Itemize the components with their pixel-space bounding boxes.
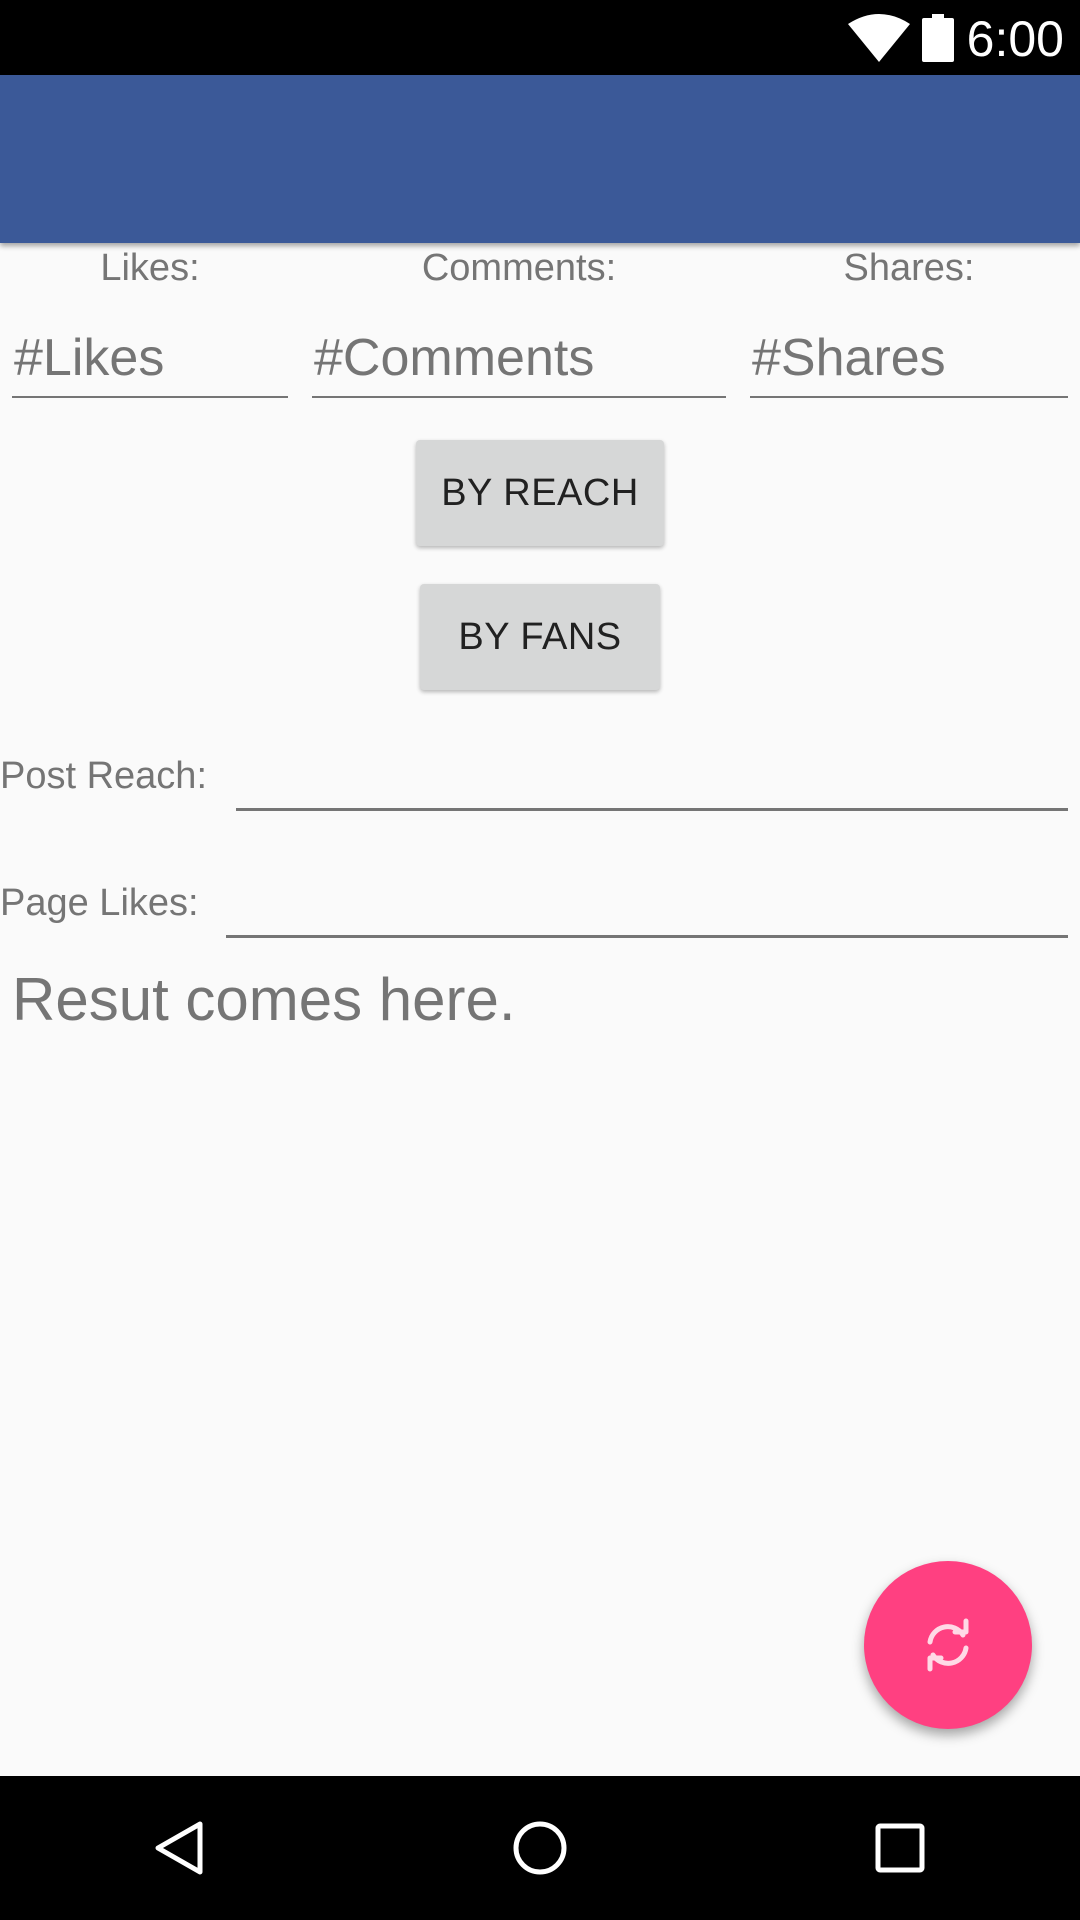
by-fans-button[interactable]: BY FANS xyxy=(420,584,660,690)
home-icon[interactable] xyxy=(510,1818,570,1878)
likes-placeholder: #Likes xyxy=(14,329,165,387)
by-reach-button[interactable]: BY REACH xyxy=(416,440,664,546)
likes-input[interactable]: #Likes xyxy=(12,318,288,398)
battery-icon xyxy=(922,14,954,62)
post-reach-label: Post Reach: xyxy=(0,755,207,797)
comments-placeholder: #Comments xyxy=(314,329,595,387)
shares-label: Shares: xyxy=(843,247,975,289)
result-text: Resut comes here. xyxy=(12,966,516,1033)
post-reach-field[interactable] xyxy=(236,808,1068,811)
status-bar: 6:00 xyxy=(0,0,1080,75)
comments-input[interactable]: #Comments xyxy=(312,318,726,398)
app-bar xyxy=(0,75,1080,243)
wifi-icon xyxy=(848,14,910,62)
comments-label: Comments: xyxy=(421,247,617,289)
refresh-fab[interactable] xyxy=(864,1561,1032,1729)
shares-input[interactable]: #Shares xyxy=(750,318,1068,398)
status-clock: 6:00 xyxy=(966,11,1064,67)
shares-placeholder: #Shares xyxy=(752,329,946,387)
refresh-icon xyxy=(927,1618,969,1672)
page-likes-label: Page Likes: xyxy=(0,882,199,924)
navigation-bar xyxy=(0,1776,1080,1920)
recents-icon[interactable] xyxy=(870,1818,930,1878)
likes-label: Likes: xyxy=(100,247,200,289)
back-icon[interactable] xyxy=(150,1818,210,1878)
page-likes-field[interactable] xyxy=(226,935,1068,938)
